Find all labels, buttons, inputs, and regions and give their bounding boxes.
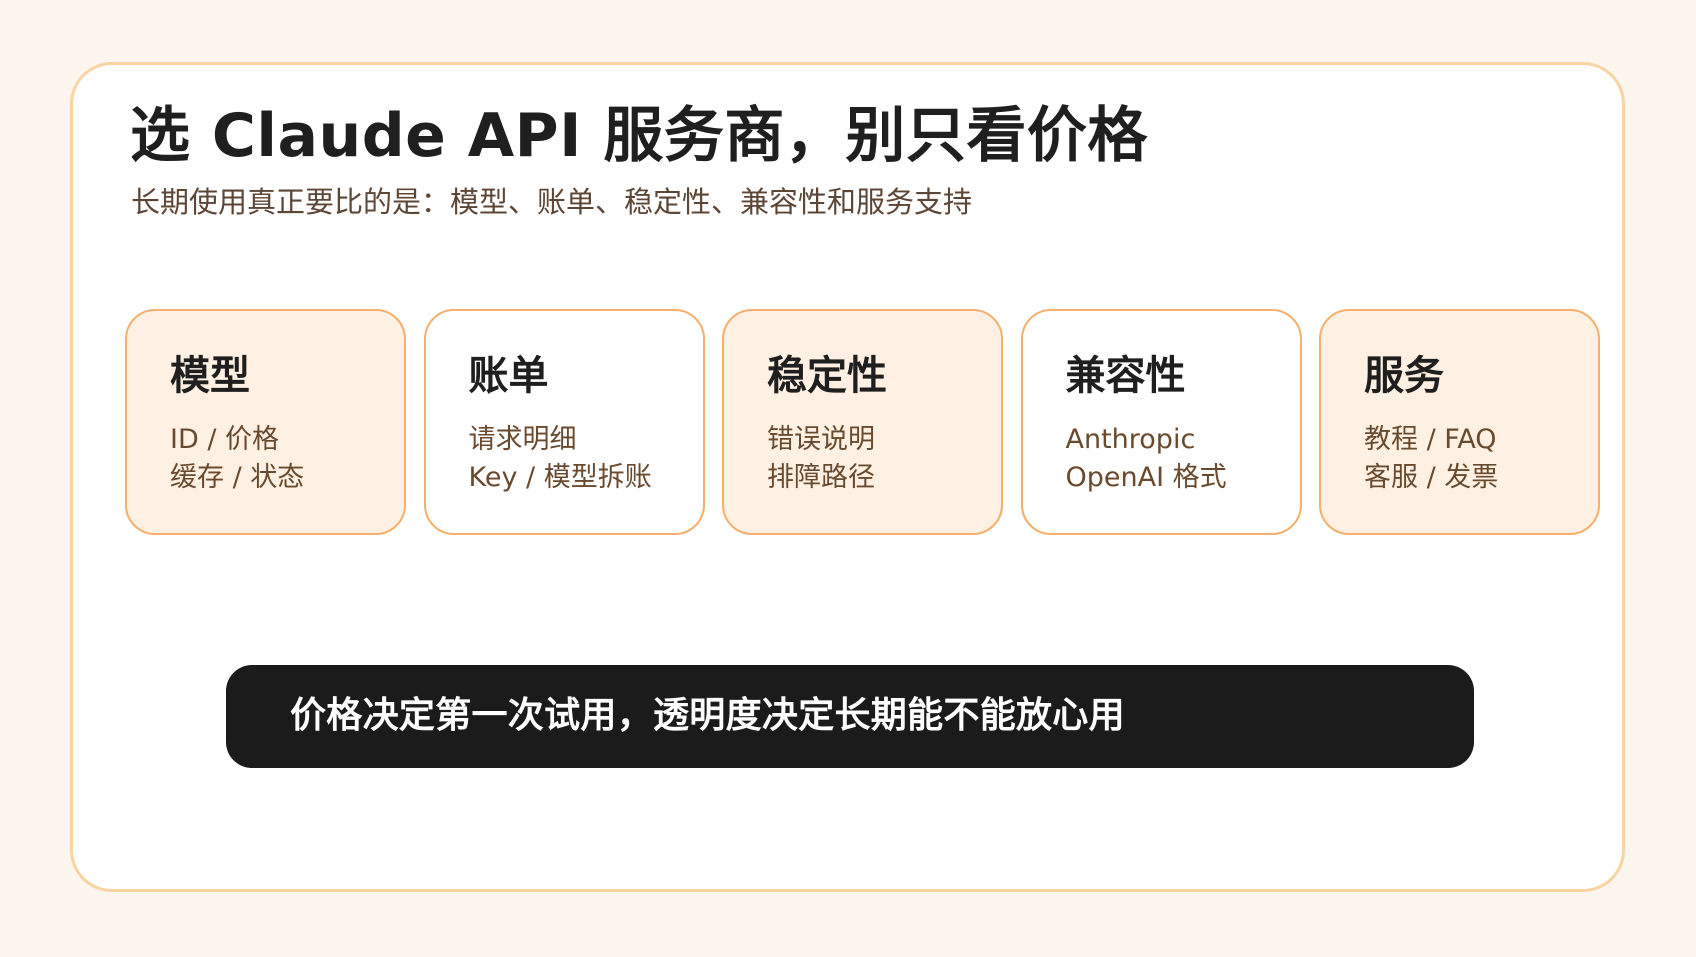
feature-card-billing: 账单 请求明细 Key / 模型拆账 <box>423 309 705 535</box>
feature-title: 模型 <box>170 353 250 399</box>
feature-line: OpenAI 格式 <box>1065 462 1227 493</box>
feature-details: 错误说明 排障路径 <box>767 421 875 497</box>
main-card: 选 Claude API 服务商，别只看价格 长期使用真正要比的是：模型、账单、… <box>70 62 1625 892</box>
feature-line: 错误说明 <box>767 424 875 455</box>
feature-card-service: 服务 教程 / FAQ 客服 / 发票 <box>1319 309 1600 535</box>
feature-card-stability: 稳定性 错误说明 排障路径 <box>722 309 1003 535</box>
feature-line: 排障路径 <box>767 462 875 493</box>
page-subtitle: 长期使用真正要比的是：模型、账单、稳定性、兼容性和服务支持 <box>131 185 973 219</box>
feature-line: 客服 / 发票 <box>1364 462 1499 493</box>
slide-page: 选 Claude API 服务商，别只看价格 长期使用真正要比的是：模型、账单、… <box>0 0 1696 957</box>
feature-line: Key / 模型拆账 <box>468 462 652 493</box>
feature-details: 请求明细 Key / 模型拆账 <box>469 421 652 497</box>
feature-title: 兼容性 <box>1065 353 1186 399</box>
feature-details: ID / 价格 缓存 / 状态 <box>170 421 304 497</box>
feature-line: Anthropic <box>1065 424 1196 455</box>
feature-line: ID / 价格 <box>170 424 280 455</box>
feature-details: Anthropic OpenAI 格式 <box>1066 421 1227 497</box>
feature-title: 稳定性 <box>767 353 887 399</box>
feature-title: 账单 <box>468 353 549 399</box>
feature-title: 服务 <box>1364 353 1444 399</box>
feature-line: 教程 / FAQ <box>1364 424 1497 455</box>
feature-card-row: 模型 ID / 价格 缓存 / 状态 账单 请求明细 Key / 模型拆账 稳定… <box>125 309 1600 539</box>
feature-card-compatibility: 兼容性 Anthropic OpenAI 格式 <box>1020 309 1302 535</box>
feature-card-model: 模型 ID / 价格 缓存 / 状态 <box>125 309 406 535</box>
feature-line: 请求明细 <box>468 424 577 455</box>
summary-banner-text: 价格决定第一次试用，透明度决定长期能不能放心用 <box>290 695 1125 736</box>
summary-banner: 价格决定第一次试用，透明度决定长期能不能放心用 <box>226 665 1474 768</box>
feature-line: 缓存 / 状态 <box>170 462 305 493</box>
feature-details: 教程 / FAQ 客服 / 发票 <box>1364 421 1498 497</box>
page-title: 选 Claude API 服务商，别只看价格 <box>130 101 1148 171</box>
